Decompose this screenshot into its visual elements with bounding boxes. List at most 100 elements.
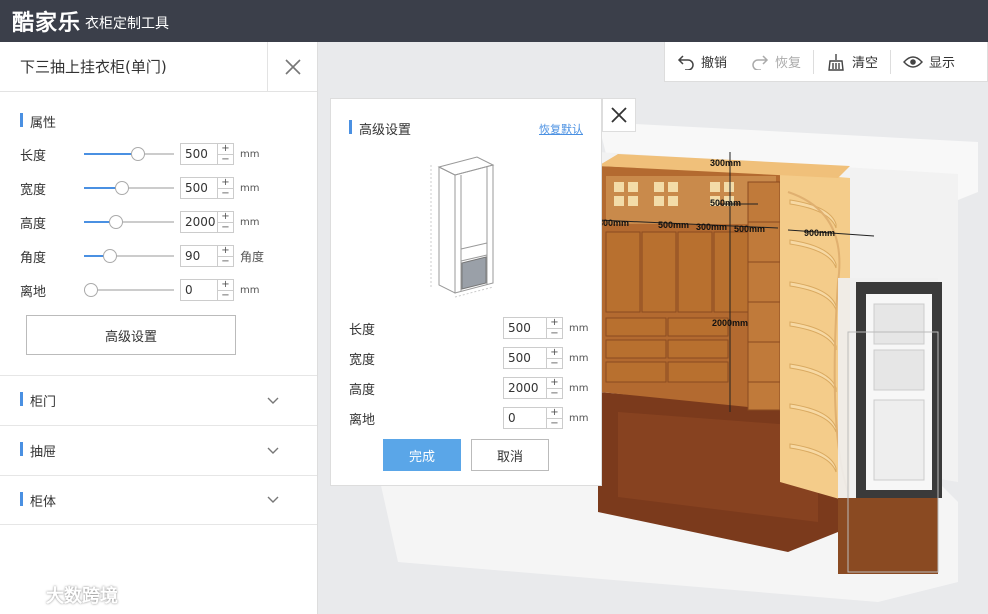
- top-bar: 酷家乐 衣柜定制工具: [0, 0, 988, 42]
- dlg-width-input[interactable]: 500: [503, 347, 547, 369]
- redo-icon: [752, 54, 769, 70]
- watermark-logo-icon: [9, 586, 42, 604]
- length-slider[interactable]: [84, 147, 174, 161]
- angle-input[interactable]: 90: [180, 245, 218, 267]
- properties-panel: 下三抽上挂衣柜(单门) 属性 长度 500 + − mm 宽度 500 + − mm…: [0, 41, 318, 614]
- minus-icon[interactable]: −: [218, 291, 233, 301]
- chevron-down-icon: [267, 397, 279, 404]
- properties-heading: 属性: [20, 112, 317, 131]
- length-input[interactable]: 500: [180, 143, 218, 165]
- clear-button[interactable]: 清空: [814, 42, 890, 81]
- minus-icon[interactable]: −: [547, 419, 562, 429]
- dlg-row-elevation: 离地 0 + − mm: [349, 403, 588, 433]
- dialog-title: 高级设置: [349, 119, 539, 138]
- minus-icon[interactable]: −: [547, 329, 562, 339]
- toolbar: 撤销 恢复 清空 显示: [664, 42, 988, 82]
- dlg-row-height: 高度 2000 + − mm: [349, 373, 588, 403]
- dialog-actions: 完成 取消: [383, 439, 549, 471]
- accordion-carcass[interactable]: 柜体: [0, 475, 317, 525]
- watermark-text: 大数跨境: [46, 586, 118, 607]
- dialog-fields: 长度 500 + − mm 宽度 500 + − mm 高度 2000 + − mm …: [349, 313, 588, 433]
- angle-stepper[interactable]: + −: [218, 245, 234, 267]
- cancel-button[interactable]: 取消: [471, 439, 549, 471]
- unit-label: mm: [569, 412, 589, 424]
- minus-icon[interactable]: −: [218, 223, 233, 233]
- dim-label: 300mm: [696, 222, 727, 232]
- elevation-slider[interactable]: [84, 283, 174, 297]
- undo-icon: [677, 54, 694, 70]
- accordion-drawers[interactable]: 抽屉: [0, 425, 317, 475]
- prop-label: 长度: [20, 148, 47, 164]
- field-label: 高度: [349, 382, 376, 398]
- slider-knob[interactable]: [103, 249, 117, 263]
- elevation-stepper[interactable]: + −: [218, 279, 234, 301]
- minus-icon[interactable]: −: [547, 389, 562, 399]
- show-button[interactable]: 显示: [891, 42, 967, 81]
- dlg-length-stepper[interactable]: + −: [547, 317, 563, 339]
- dlg-row-width: 宽度 500 + − mm: [349, 343, 588, 373]
- unit-label: mm: [240, 182, 260, 194]
- minus-icon[interactable]: −: [218, 189, 233, 199]
- unit-label: mm: [569, 382, 589, 394]
- minus-icon[interactable]: −: [218, 155, 233, 165]
- angle-slider[interactable]: [84, 249, 174, 263]
- confirm-button[interactable]: 完成: [383, 439, 461, 471]
- panel-close-button[interactable]: [267, 41, 317, 92]
- unit-label: mm: [240, 284, 260, 296]
- height-stepper[interactable]: + −: [218, 211, 234, 233]
- dlg-elevation-input[interactable]: 0: [503, 407, 547, 429]
- dim-label: 2000mm: [712, 318, 748, 328]
- dim-label: 500mm: [710, 198, 741, 208]
- properties-section: 属性 长度 500 + − mm 宽度 500 + − mm 高度 2000 +…: [0, 92, 317, 307]
- advanced-settings-dialog: 高级设置 恢复默认 长度 500 + − mm 宽度 500 + − mm 高度…: [330, 98, 602, 486]
- minus-icon[interactable]: −: [218, 257, 233, 267]
- chevron-down-icon: [267, 447, 279, 454]
- prop-row-length: 长度 500 + − mm: [20, 137, 317, 171]
- reset-defaults-link[interactable]: 恢复默认: [539, 121, 583, 137]
- accordion-label: 柜体: [20, 491, 267, 510]
- length-stepper[interactable]: + −: [218, 143, 234, 165]
- close-icon: [284, 58, 301, 75]
- dim-label: 300mm: [710, 158, 741, 168]
- dim-label: 900mm: [804, 228, 835, 238]
- accordion-doors[interactable]: 柜门: [0, 375, 317, 425]
- eye-icon: [903, 55, 923, 68]
- height-input[interactable]: 2000: [180, 211, 218, 233]
- width-slider[interactable]: [84, 181, 174, 195]
- close-icon: [611, 107, 627, 123]
- prop-row-elevation: 离地 0 + − mm: [20, 273, 317, 307]
- elevation-input[interactable]: 0: [180, 279, 218, 301]
- prop-row-height: 高度 2000 + − mm: [20, 205, 317, 239]
- dialog-close-button[interactable]: [602, 98, 636, 132]
- clear-label: 清空: [852, 56, 879, 71]
- prop-label: 角度: [20, 250, 47, 266]
- brand-subtitle: 衣柜定制工具: [85, 16, 170, 32]
- cabinet-preview: [430, 156, 495, 298]
- slider-knob[interactable]: [84, 283, 98, 297]
- slider-knob[interactable]: [109, 215, 123, 229]
- dlg-length-input[interactable]: 500: [503, 317, 547, 339]
- unit-label: 角度: [240, 249, 265, 264]
- dlg-row-length: 长度 500 + − mm: [349, 313, 588, 343]
- field-label: 宽度: [349, 352, 376, 368]
- dlg-height-input[interactable]: 2000: [503, 377, 547, 399]
- redo-button[interactable]: 恢复: [739, 42, 813, 81]
- prop-row-width: 宽度 500 + − mm: [20, 171, 317, 205]
- show-label: 显示: [929, 56, 956, 71]
- undo-label: 撤销: [701, 56, 728, 71]
- advanced-settings-button[interactable]: 高级设置: [26, 315, 236, 355]
- dlg-elevation-stepper[interactable]: + −: [547, 407, 563, 429]
- slider-knob[interactable]: [131, 147, 145, 161]
- unit-label: mm: [240, 216, 260, 228]
- dlg-width-stepper[interactable]: + −: [547, 347, 563, 369]
- accordion-label: 抽屉: [20, 441, 267, 460]
- slider-knob[interactable]: [115, 181, 129, 195]
- dlg-height-stepper[interactable]: + −: [547, 377, 563, 399]
- width-input[interactable]: 500: [180, 177, 218, 199]
- height-slider[interactable]: [84, 215, 174, 229]
- prop-label: 高度: [20, 216, 47, 232]
- prop-row-angle: 角度 90 + − 角度: [20, 239, 317, 273]
- undo-button[interactable]: 撤销: [665, 42, 739, 81]
- minus-icon[interactable]: −: [547, 359, 562, 369]
- width-stepper[interactable]: + −: [218, 177, 234, 199]
